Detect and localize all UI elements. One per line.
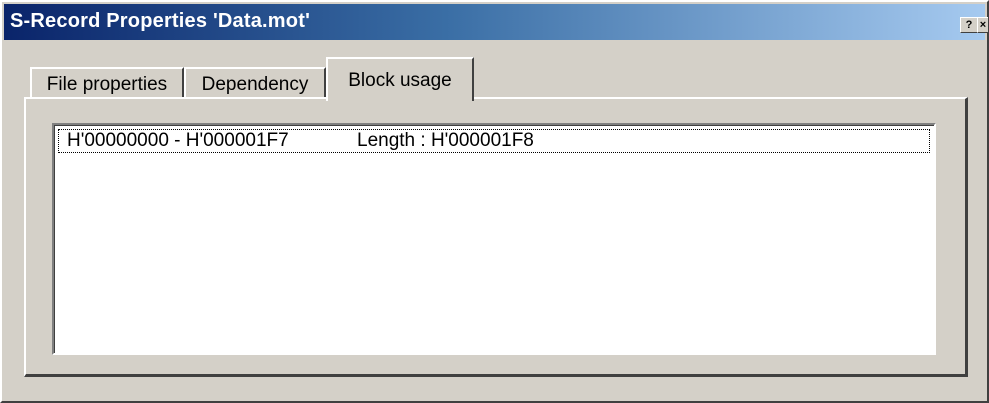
tab-dependency[interactable]: Dependency bbox=[184, 67, 326, 99]
list-item[interactable]: H'00000000 - H'000001F7 Length : H'00000… bbox=[58, 129, 930, 153]
close-icon: × bbox=[979, 19, 987, 31]
help-icon: ? bbox=[965, 19, 973, 31]
close-button[interactable]: × bbox=[977, 17, 988, 33]
title-bar[interactable]: S-Record Properties 'Data.mot' ? × bbox=[4, 4, 988, 40]
window-title: S-Record Properties 'Data.mot' bbox=[10, 10, 311, 32]
help-button[interactable]: ? bbox=[960, 17, 978, 33]
tab-file-properties[interactable]: File properties bbox=[30, 67, 184, 99]
tab-panel-block-usage: H'00000000 - H'000001F7 Length : H'00000… bbox=[24, 97, 968, 377]
block-usage-list[interactable]: H'00000000 - H'000001F7 Length : H'00000… bbox=[52, 123, 936, 355]
block-length: Length : H'000001F8 bbox=[357, 130, 534, 151]
address-range: H'00000000 - H'000001F7 bbox=[67, 130, 289, 151]
tab-block-usage[interactable]: Block usage bbox=[326, 57, 474, 101]
